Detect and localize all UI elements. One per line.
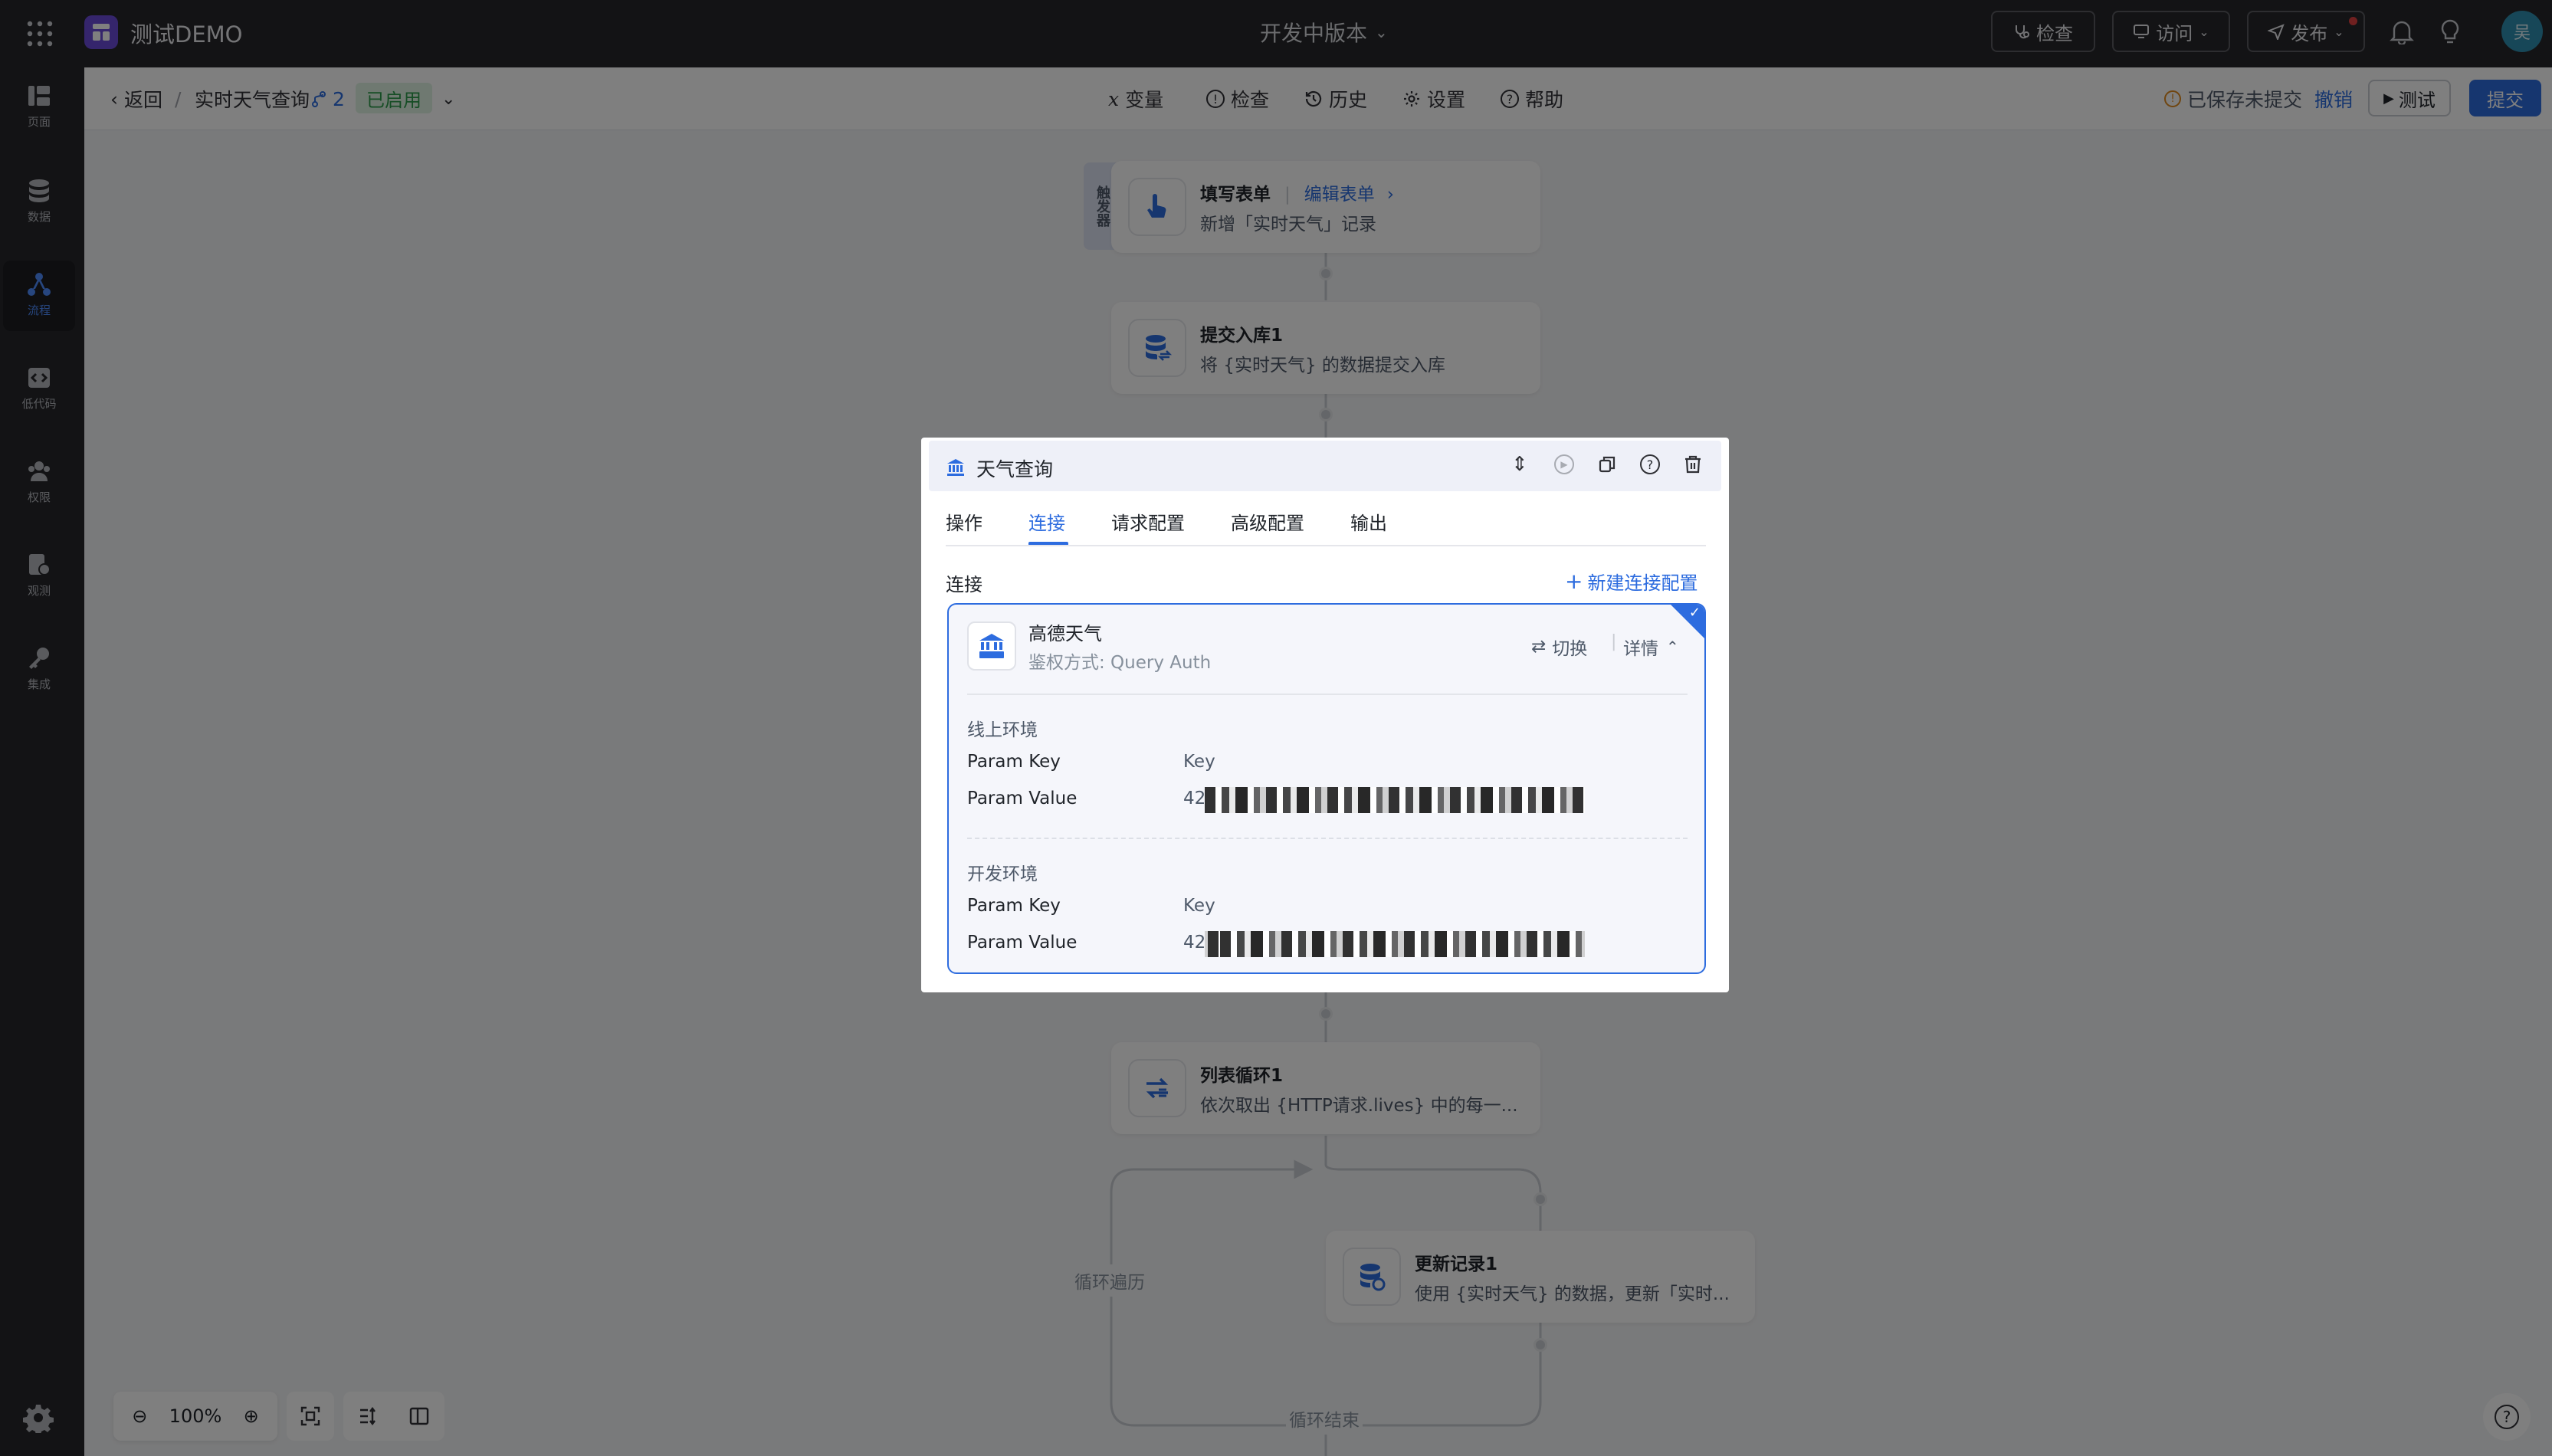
param-value-prefix: 42 — [1183, 933, 1206, 953]
detail-toggle[interactable]: 详情 ⌃ — [1623, 634, 1679, 660]
connection-card[interactable]: ✓ 高德天气 鉴权方式: Query Auth ⇄ 切换 | 详情 ⌃ 线上环境… — [947, 603, 1706, 974]
env-divider — [967, 838, 1688, 839]
section-title: 连接 — [946, 574, 982, 595]
redacted-value — [1205, 931, 1585, 957]
redacted-value — [1205, 787, 1585, 813]
help-circle-icon[interactable]: ? — [1640, 454, 1660, 474]
connection-name: 高德天气 — [1028, 623, 1102, 644]
run-icon[interactable]: ▶ — [1554, 454, 1574, 474]
tab-output[interactable]: 输出 — [1350, 508, 1387, 535]
env-name: 线上环境 — [967, 720, 1038, 740]
env-name: 开发环境 — [967, 864, 1038, 884]
check-icon: ✓ — [1688, 605, 1701, 621]
http-connector-icon — [967, 621, 1016, 671]
connection-auth: 鉴权方式: Query Auth — [1028, 653, 1212, 673]
tab-request-config[interactable]: 请求配置 — [1111, 508, 1185, 535]
tab-advanced-config[interactable]: 高级配置 — [1231, 508, 1304, 535]
new-connection-link[interactable]: + 新建连接配置 — [1565, 568, 1698, 595]
tab-operation[interactable]: 操作 — [946, 508, 982, 535]
dialog-header: 天气查询 ⇕ ▶ ? — [929, 441, 1721, 491]
http-icon — [947, 459, 964, 476]
action-divider: | — [1611, 632, 1617, 651]
trash-icon[interactable] — [1683, 454, 1703, 477]
dialog-title: 天气查询 — [976, 458, 1054, 480]
tabs-divider — [946, 545, 1706, 546]
swap-icon: ⇄ — [1531, 637, 1547, 657]
param-value-prefix: 42 — [1183, 789, 1206, 808]
plus-icon: + — [1565, 569, 1583, 594]
collapse-icon[interactable]: ⇕ — [1511, 453, 1528, 476]
param-value-label: Param Value — [967, 933, 1078, 953]
chevron-up-icon: ⌃ — [1666, 638, 1679, 656]
param-key-value: Key — [1183, 896, 1215, 916]
tab-connection[interactable]: 连接 — [1028, 508, 1065, 535]
node-config-dialog: 天气查询 ⇕ ▶ ? 操作 连接 请求配置 高级配置 输出 连接 + 新建连接配… — [921, 438, 1729, 992]
switch-label: 切换 — [1552, 639, 1588, 659]
param-key-value: Key — [1183, 752, 1215, 772]
copy-icon[interactable] — [1597, 454, 1617, 477]
param-key-label: Param Key — [967, 896, 1061, 916]
detail-label: 详情 — [1623, 639, 1658, 659]
param-value-label: Param Value — [967, 789, 1078, 808]
switch-button[interactable]: ⇄ 切换 — [1531, 634, 1587, 660]
card-divider — [967, 694, 1688, 695]
param-key-label: Param Key — [967, 752, 1061, 772]
new-connection-label: 新建连接配置 — [1587, 572, 1698, 594]
